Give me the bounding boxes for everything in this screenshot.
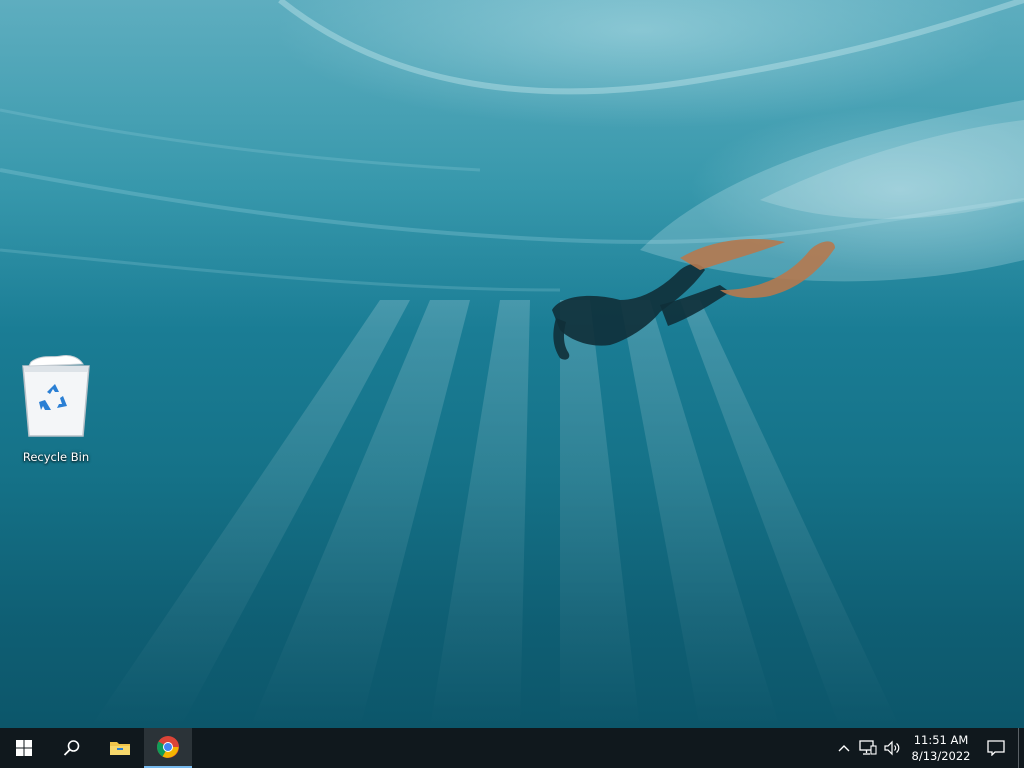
volume-icon <box>884 740 900 756</box>
search-button[interactable] <box>48 728 96 768</box>
desktop-icon-label: Recycle Bin <box>22 450 90 464</box>
notification-icon <box>987 740 1005 756</box>
underwater-wallpaper <box>0 0 1024 728</box>
file-explorer-button[interactable] <box>96 728 144 768</box>
start-button[interactable] <box>0 728 48 768</box>
show-hidden-icons-button[interactable] <box>832 728 856 768</box>
action-center-button[interactable] <box>974 728 1018 768</box>
network-button[interactable] <box>856 728 880 768</box>
clock-time: 11:51 AM <box>913 733 969 747</box>
desktop[interactable]: Recycle Bin <box>0 0 1024 728</box>
folder-icon <box>110 742 130 755</box>
chevron-up-icon <box>838 745 850 752</box>
chrome-button[interactable] <box>144 728 192 768</box>
show-desktop-button[interactable] <box>1018 728 1024 768</box>
volume-button[interactable] <box>880 728 904 768</box>
recycle-bin-icon <box>22 355 90 437</box>
clock-date: 8/13/2022 <box>911 749 971 763</box>
search-icon <box>63 740 80 756</box>
network-icon <box>859 740 877 755</box>
clock[interactable]: 11:51 AM 8/13/2022 <box>908 728 974 768</box>
windows-logo-icon <box>16 740 32 756</box>
taskbar: 11:51 AM 8/13/2022 <box>0 728 1024 768</box>
desktop-icon-recycle-bin[interactable]: Recycle Bin <box>14 352 98 468</box>
system-tray: 11:51 AM 8/13/2022 <box>832 728 1024 768</box>
chrome-icon <box>157 736 179 758</box>
